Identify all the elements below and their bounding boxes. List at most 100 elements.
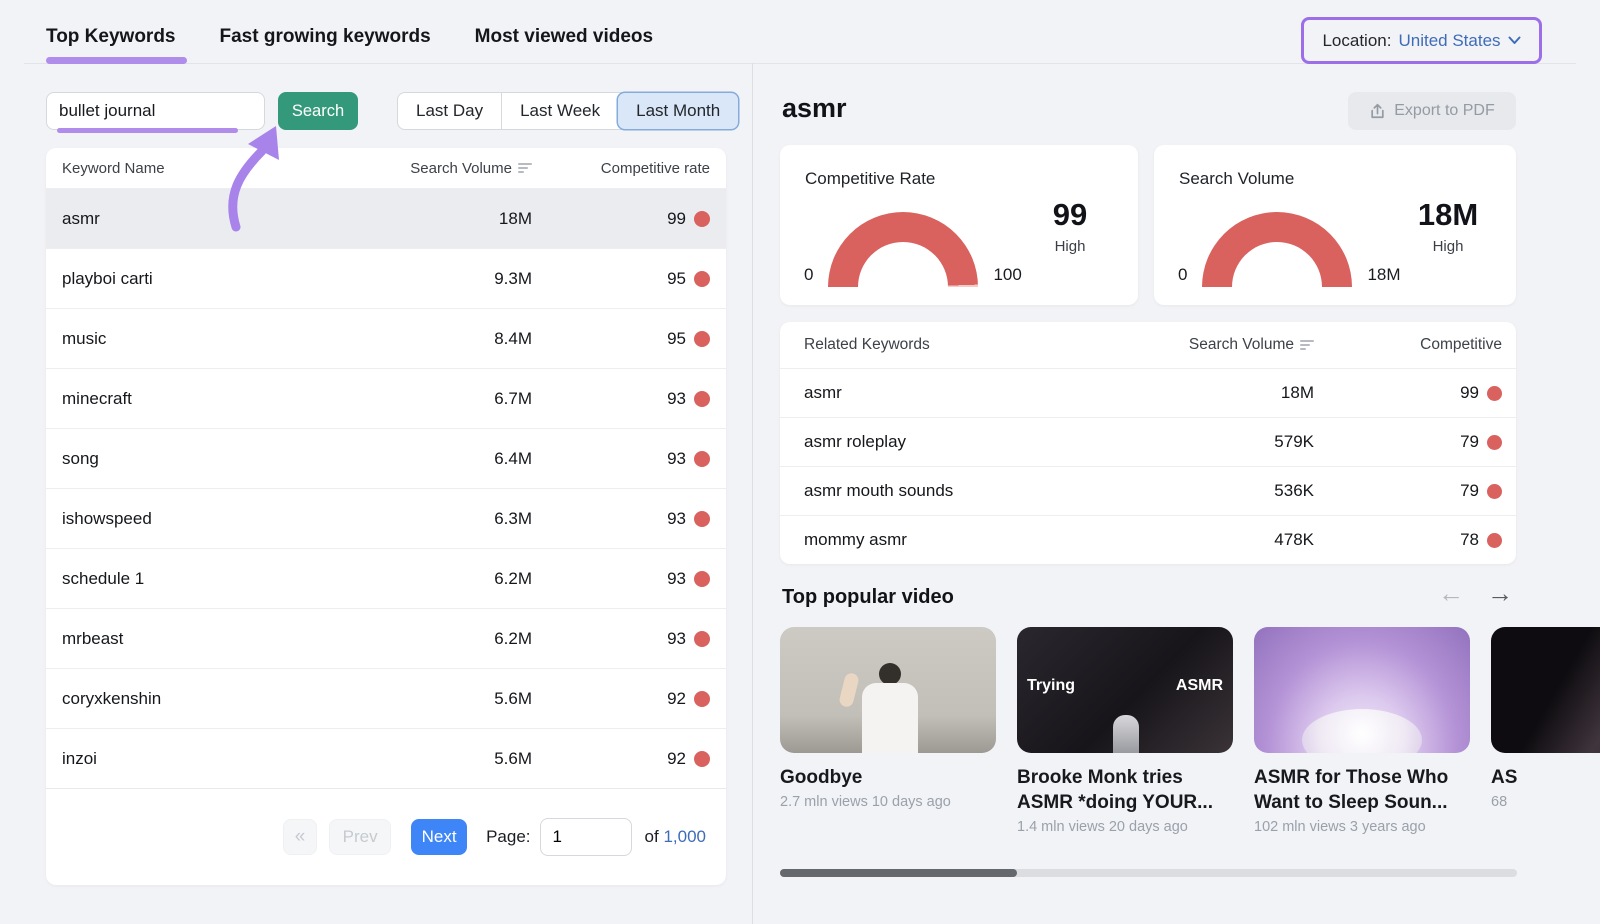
related-row[interactable]: asmr mouth sounds 536K 79 (780, 466, 1516, 515)
first-page-button[interactable]: « (283, 819, 317, 855)
video-meta: 102 mln views 3 years ago (1254, 819, 1470, 835)
gauge-level: High (1028, 238, 1112, 255)
page-number-input[interactable] (540, 818, 632, 856)
location-selector[interactable]: Location: United States (1301, 17, 1542, 64)
video-card[interactable]: Goodbye 2.7 mln views 10 days ago (780, 627, 996, 810)
related-rate: 99 (1460, 383, 1479, 403)
video-meta: 2.7 mln views 10 days ago (780, 794, 996, 810)
carousel-right-arrow[interactable]: → (1487, 580, 1513, 606)
person-head-shape (879, 663, 901, 685)
filter-last-month[interactable]: Last Month (618, 93, 738, 129)
table-row[interactable]: inzoi 5.6M 92 (46, 728, 726, 788)
search-button[interactable]: Search (278, 92, 358, 130)
export-label: Export to PDF (1394, 102, 1494, 120)
sort-icon[interactable] (518, 163, 532, 173)
keyword-rate: 92 (667, 689, 686, 709)
time-filter-group: Last Day Last Week Last Month (397, 92, 739, 130)
table-row[interactable]: coryxkenshin 5.6M 92 (46, 668, 726, 728)
table-row[interactable]: schedule 1 6.2M 93 (46, 548, 726, 608)
table-row[interactable]: playboi carti 9.3M 95 (46, 248, 726, 308)
col-related-volume: Search Volume (1189, 336, 1294, 354)
keyword-rate: 93 (667, 629, 686, 649)
next-page-button[interactable]: Next (411, 819, 467, 855)
sort-icon[interactable] (1300, 340, 1314, 350)
related-row[interactable]: asmr 18M 99 (780, 368, 1516, 417)
filter-last-week[interactable]: Last Week (501, 93, 618, 129)
keyword-table-header: Keyword Name Search Volume Competitive r… (46, 148, 726, 188)
keyword-name: mrbeast (62, 629, 402, 649)
related-name: asmr roleplay (804, 432, 1114, 452)
thumbnail-overlay-text: Trying (1027, 677, 1075, 695)
keyword-volume: 6.3M (402, 509, 532, 529)
gauge-max: 18M (1367, 265, 1400, 287)
keyword-volume: 18M (402, 209, 532, 229)
gauge-value: 99 (1028, 197, 1112, 233)
keyword-name: ishowspeed (62, 509, 402, 529)
table-row[interactable]: song 6.4M 93 (46, 428, 726, 488)
video-thumbnail[interactable] (1254, 627, 1470, 753)
rate-dot (694, 751, 710, 767)
tab-fast-growing-keywords[interactable]: Fast growing keywords (220, 26, 431, 48)
video-card[interactable]: Trying ASMR Brooke Monk tries ASMR *doin… (1017, 627, 1233, 835)
microphone-shape (1113, 715, 1139, 753)
export-to-pdf-button[interactable]: Export to PDF (1348, 92, 1516, 130)
person-body-shape (862, 683, 918, 753)
related-name: mommy asmr (804, 530, 1114, 550)
rate-dot (694, 511, 710, 527)
filter-last-day[interactable]: Last Day (398, 93, 501, 129)
gauge-value: 18M (1402, 197, 1494, 233)
rate-dot (694, 331, 710, 347)
horizontal-scrollbar-thumb[interactable] (780, 869, 1017, 877)
rate-dot (1487, 435, 1502, 450)
chevron-down-icon (1508, 36, 1521, 45)
keyword-search-input[interactable] (46, 92, 265, 130)
related-volume: 478K (1114, 530, 1314, 550)
related-name: asmr (804, 383, 1114, 403)
tab-top-keywords[interactable]: Top Keywords (46, 26, 176, 48)
carousel-left-arrow[interactable]: ← (1438, 580, 1464, 606)
col-search-volume: Search Volume (410, 160, 512, 177)
keyword-name: minecraft (62, 389, 402, 409)
keyword-name: song (62, 449, 402, 469)
rate-dot (1487, 386, 1502, 401)
sponge-shape (1302, 709, 1422, 753)
table-row[interactable]: mrbeast 6.2M 93 (46, 608, 726, 668)
tab-most-viewed-videos[interactable]: Most viewed videos (475, 26, 653, 48)
location-label: Location: (1322, 31, 1391, 51)
table-row[interactable]: music 8.4M 95 (46, 308, 726, 368)
col-keyword-name: Keyword Name (62, 160, 402, 177)
keyword-volume: 5.6M (402, 689, 532, 709)
keyword-rate: 93 (667, 569, 686, 589)
related-row[interactable]: asmr roleplay 579K 79 (780, 417, 1516, 466)
video-card[interactable]: ASMR for Those Who Want to Sleep Soun...… (1254, 627, 1470, 835)
keyword-name: asmr (62, 209, 402, 229)
video-meta: 68 (1491, 794, 1600, 810)
gauge-max: 100 (993, 265, 1021, 287)
table-row[interactable]: ishowspeed 6.3M 93 (46, 488, 726, 548)
video-title: Brooke Monk tries ASMR *doing YOUR... (1017, 765, 1233, 815)
related-volume: 579K (1114, 432, 1314, 452)
export-upload-icon (1369, 103, 1386, 120)
gauge-title: Competitive Rate (805, 169, 935, 189)
table-row[interactable]: asmr 18M 99 (46, 188, 726, 248)
video-thumbnail[interactable]: Trying ASMR (1017, 627, 1233, 753)
thumbnail-overlay-text: ASMR (1176, 677, 1223, 695)
keyword-analytics-app: Top Keywords Fast growing keywords Most … (0, 0, 1600, 924)
keyword-volume: 6.2M (402, 629, 532, 649)
keyword-rate: 93 (667, 449, 686, 469)
col-competitive-rate: Competitive rate (532, 160, 710, 177)
rate-dot (1487, 533, 1502, 548)
keyword-rate: 93 (667, 509, 686, 529)
video-title: ASMR for Those Who Want to Sleep Soun... (1254, 765, 1470, 815)
video-meta: 1.4 mln views 20 days ago (1017, 819, 1233, 835)
table-row[interactable]: minecraft 6.7M 93 (46, 368, 726, 428)
gauge-title: Search Volume (1179, 169, 1294, 189)
video-card[interactable]: AS 68 (1491, 627, 1600, 810)
related-rate: 78 (1460, 530, 1479, 550)
related-row[interactable]: mommy asmr 478K 78 (780, 515, 1516, 564)
prev-page-button[interactable]: Prev (329, 819, 391, 855)
waving-hand-shape (838, 672, 860, 708)
horizontal-scrollbar-track[interactable] (780, 869, 1517, 877)
video-thumbnail[interactable] (780, 627, 996, 753)
video-thumbnail[interactable] (1491, 627, 1600, 753)
